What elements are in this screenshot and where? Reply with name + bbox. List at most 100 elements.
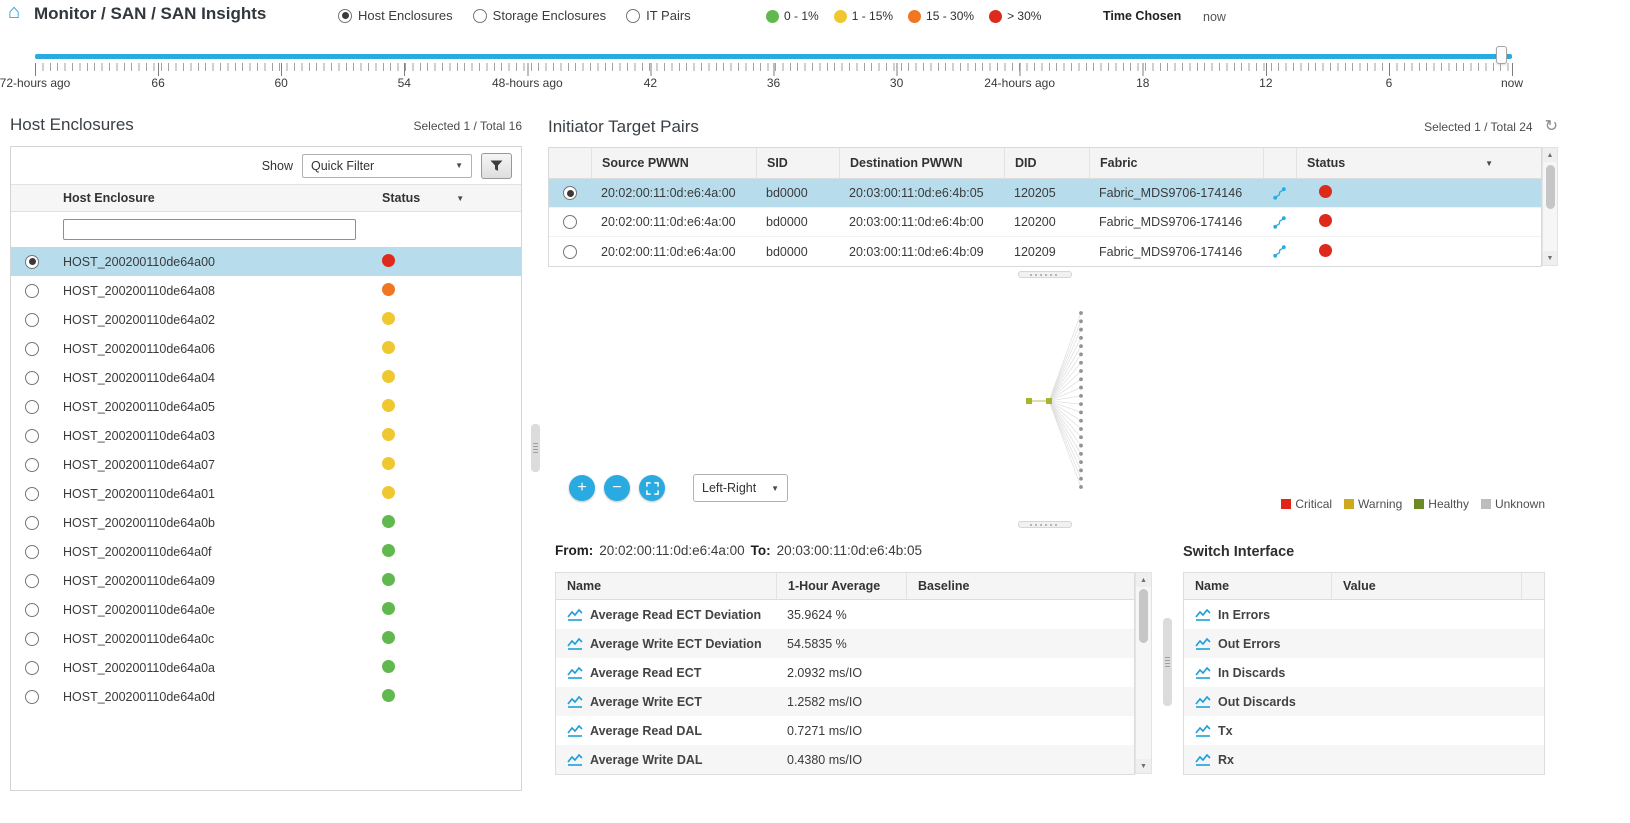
row-radio[interactable] xyxy=(25,573,39,588)
counter-name-cell[interactable]: Out Discards xyxy=(1184,695,1331,709)
row-radio[interactable] xyxy=(25,486,39,501)
host-enclosure-filter-input[interactable] xyxy=(63,219,356,240)
row-radio[interactable] xyxy=(25,631,39,646)
row-radio[interactable] xyxy=(25,515,39,530)
scroll-down-button[interactable]: ▼ xyxy=(1543,251,1557,265)
host-enclosure-row[interactable]: HOST_200200110de64a0d xyxy=(11,682,521,711)
column-header-did[interactable]: DID xyxy=(1004,148,1089,178)
column-header-1-hour-average[interactable]: 1-Hour Average xyxy=(776,573,906,599)
column-header-fabric[interactable]: Fabric xyxy=(1089,148,1263,178)
filter-button[interactable] xyxy=(481,152,512,179)
fit-view-button[interactable] xyxy=(639,475,665,501)
host-enclosure-row[interactable]: HOST_200200110de64a04 xyxy=(11,363,521,392)
column-header-name[interactable]: Name xyxy=(1184,573,1331,599)
it-pair-row[interactable]: 20:02:00:11:0d:e6:4a:00 bd0000 20:03:00:… xyxy=(549,237,1541,266)
bottom-panel-splitter[interactable] xyxy=(1163,618,1172,706)
legend-label: 1 - 15% xyxy=(851,9,894,23)
time-slider-handle[interactable] xyxy=(1496,46,1507,64)
it-pairs-scrollbar[interactable]: ▲ ▼ xyxy=(1542,147,1558,266)
filter-caret-icon[interactable]: ▼ xyxy=(456,194,464,203)
host-enclosure-row[interactable]: HOST_200200110de64a0e xyxy=(11,595,521,624)
host-enclosure-row[interactable]: HOST_200200110de64a0b xyxy=(11,508,521,537)
view-connection-icon[interactable] xyxy=(1263,208,1296,236)
it-pairs-title: Initiator Target Pairs xyxy=(548,117,699,136)
chart-icon xyxy=(1195,608,1211,621)
layout-dropdown[interactable]: Left-Right ▼ xyxy=(693,474,788,502)
metric-name-cell[interactable]: Average Read ECT xyxy=(556,666,776,680)
scroll-thumb[interactable] xyxy=(1545,165,1555,209)
host-enclosure-row[interactable]: HOST_200200110de64a0f xyxy=(11,537,521,566)
row-radio[interactable] xyxy=(25,544,39,559)
host-enclosure-row[interactable]: HOST_200200110de64a01 xyxy=(11,479,521,508)
host-enclosure-row[interactable]: HOST_200200110de64a06 xyxy=(11,334,521,363)
column-header-source-pwwn[interactable]: Source PWWN xyxy=(591,148,756,178)
filter-caret-icon[interactable]: ▼ xyxy=(1485,159,1493,168)
host-enclosure-row[interactable]: HOST_200200110de64a0c xyxy=(11,624,521,653)
host-enclosure-row[interactable]: HOST_200200110de64a09 xyxy=(11,566,521,595)
scroll-up-button[interactable]: ▲ xyxy=(1543,148,1557,162)
ruler-major-ticks xyxy=(35,63,1513,76)
scroll-up-button[interactable]: ▲ xyxy=(1136,573,1151,587)
column-header-status[interactable]: Status ▼ xyxy=(1296,148,1541,178)
host-enclosure-row[interactable]: HOST_200200110de64a00 xyxy=(11,247,521,276)
row-radio[interactable] xyxy=(25,312,39,327)
row-radio[interactable] xyxy=(25,457,39,472)
row-radio[interactable] xyxy=(25,428,39,443)
host-enclosure-row[interactable]: HOST_200200110de64a08 xyxy=(11,276,521,305)
row-radio[interactable] xyxy=(25,689,39,704)
metric-name-cell[interactable]: Average Read DAL xyxy=(556,724,776,738)
row-radio[interactable] xyxy=(25,370,39,385)
column-header-name[interactable]: Name xyxy=(556,573,776,599)
row-radio[interactable] xyxy=(25,660,39,675)
column-header-destination-pwwn[interactable]: Destination PWWN xyxy=(839,148,1004,178)
column-header-sid[interactable]: SID xyxy=(756,148,839,178)
it-pair-row[interactable]: 20:02:00:11:0d:e6:4a:00 bd0000 20:03:00:… xyxy=(549,179,1541,208)
row-radio[interactable] xyxy=(563,215,577,229)
column-header-baseline[interactable]: Baseline xyxy=(906,573,1134,599)
it-pair-row[interactable]: 20:02:00:11:0d:e6:4a:00 bd0000 20:03:00:… xyxy=(549,208,1541,237)
host-enclosure-row[interactable]: HOST_200200110de64a0a xyxy=(11,653,521,682)
view-option[interactable]: IT Pairs xyxy=(626,8,691,23)
quick-filter-dropdown[interactable]: Quick Filter ▼ xyxy=(302,153,472,178)
view-connection-icon[interactable] xyxy=(1263,179,1296,207)
scroll-thumb[interactable] xyxy=(1139,589,1148,643)
row-radio[interactable] xyxy=(25,341,39,356)
column-header-value[interactable]: Value xyxy=(1331,573,1521,599)
metric-name-cell[interactable]: Average Write ECT Deviation xyxy=(556,637,776,651)
row-radio[interactable] xyxy=(563,244,577,259)
metric-name-cell[interactable]: Average Write ECT xyxy=(556,695,776,709)
host-enclosure-row[interactable]: HOST_200200110de64a03 xyxy=(11,421,521,450)
counter-name-cell[interactable]: In Discards xyxy=(1184,666,1331,680)
chevron-down-icon: ▼ xyxy=(455,161,463,170)
row-radio[interactable] xyxy=(25,399,39,414)
metrics-scrollbar[interactable]: ▲ ▼ xyxy=(1135,572,1152,774)
row-radio[interactable] xyxy=(563,186,577,200)
counter-name-cell[interactable]: Rx xyxy=(1184,753,1331,767)
metric-name-cell[interactable]: Average Write DAL xyxy=(556,753,776,767)
view-connection-icon[interactable] xyxy=(1263,237,1296,266)
row-radio[interactable] xyxy=(25,254,39,269)
horizontal-splitter-handle[interactable] xyxy=(1018,271,1072,278)
column-header-status[interactable]: Status ▼ xyxy=(365,191,521,205)
row-radio[interactable] xyxy=(25,283,39,298)
zoom-in-button[interactable]: + xyxy=(569,475,595,501)
home-icon[interactable]: ⌂ xyxy=(8,1,20,24)
host-enclosure-row[interactable]: HOST_200200110de64a05 xyxy=(11,392,521,421)
legend-item: > 30% xyxy=(989,9,1041,23)
counter-name-cell[interactable]: Out Errors xyxy=(1184,637,1331,651)
counter-name-cell[interactable]: In Errors xyxy=(1184,608,1331,622)
counter-name-cell[interactable]: Tx xyxy=(1184,724,1331,738)
left-panel-splitter[interactable] xyxy=(531,424,540,472)
column-header-host-enclosure[interactable]: Host Enclosure xyxy=(53,191,365,205)
view-option[interactable]: Storage Enclosures xyxy=(472,8,606,23)
view-option[interactable]: Host Enclosures xyxy=(338,8,453,23)
scroll-down-button[interactable]: ▼ xyxy=(1136,759,1151,773)
metric-name-cell[interactable]: Average Read ECT Deviation xyxy=(556,608,776,622)
time-slider-track[interactable] xyxy=(35,54,1512,59)
host-enclosure-row[interactable]: HOST_200200110de64a07 xyxy=(11,450,521,479)
row-radio[interactable] xyxy=(25,602,39,617)
horizontal-splitter-handle[interactable] xyxy=(1018,521,1072,528)
zoom-out-button[interactable]: − xyxy=(604,475,630,501)
refresh-icon[interactable]: ↻ xyxy=(1545,119,1558,135)
host-enclosure-row[interactable]: HOST_200200110de64a02 xyxy=(11,305,521,334)
